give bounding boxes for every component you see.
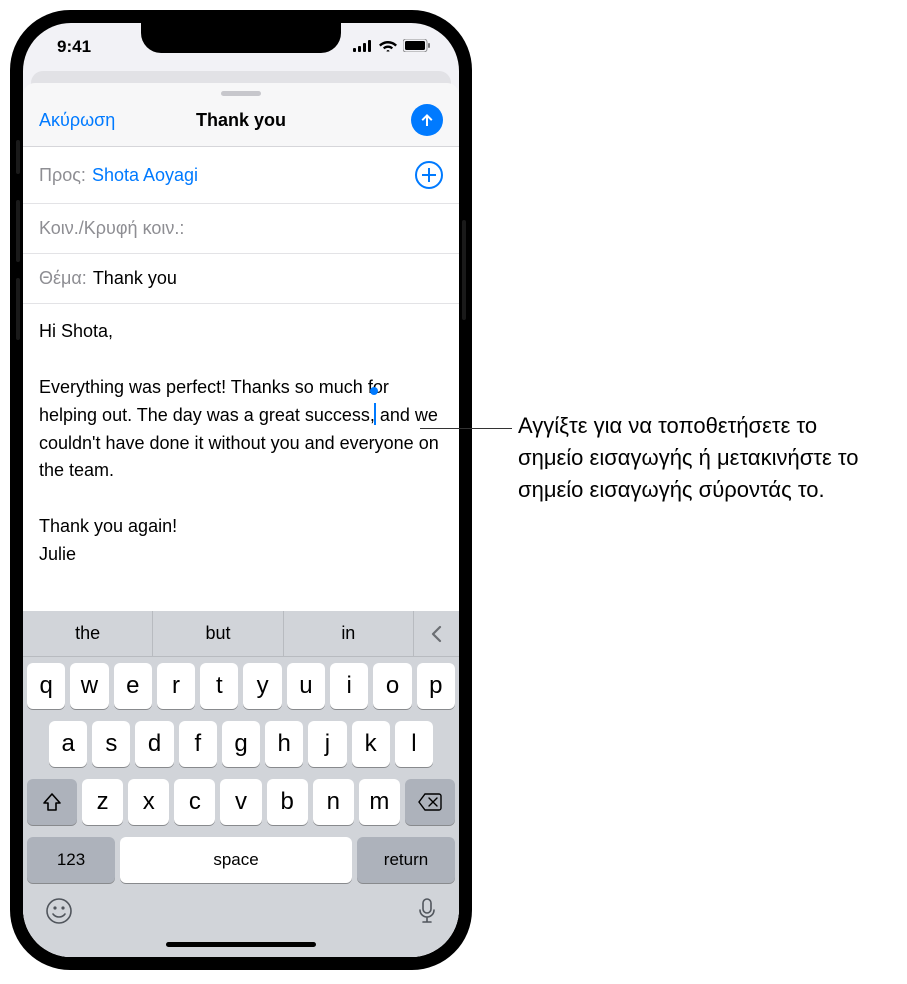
key-r[interactable]: r [157,663,195,709]
key-u[interactable]: u [287,663,325,709]
numbers-key[interactable]: 123 [27,837,115,883]
key-v[interactable]: v [220,779,261,825]
key-w[interactable]: w [70,663,108,709]
callout-text: Αγγίξτε για να τοποθετήσετε το σημείο ει… [518,410,888,506]
shift-key[interactable] [27,779,77,825]
screen: 9:41 Ακύρωση Thank you [23,23,459,957]
compose-sheet: Ακύρωση Thank you Προς: Shota Aoyagi Κοι… [23,83,459,957]
plus-icon [422,168,436,182]
key-row-3: z x c v b n m [23,773,459,831]
suggestion-1[interactable]: the [23,611,152,656]
to-field[interactable]: Προς: Shota Aoyagi [23,147,459,204]
backspace-icon [418,793,442,811]
key-z[interactable]: z [82,779,123,825]
emoji-button[interactable] [45,897,73,930]
to-label: Προς: [39,165,86,186]
suggestion-bar: the but in [23,611,459,657]
keyboard-bottom-row [23,889,459,934]
key-f[interactable]: f [179,721,217,767]
key-i[interactable]: i [330,663,368,709]
battery-icon [403,37,431,57]
body-thanks: Thank you again! [39,516,177,536]
key-d[interactable]: d [135,721,173,767]
return-key[interactable]: return [357,837,455,883]
key-q[interactable]: q [27,663,65,709]
body-text-before: Everything was perfect! Thanks so much f… [39,377,394,425]
key-m[interactable]: m [359,779,400,825]
notch [141,23,341,53]
cursor-lollipop[interactable] [370,387,378,395]
key-row-2: a s d f g h j k l [23,715,459,773]
key-p[interactable]: p [417,663,455,709]
key-row-1: q w e r t y u i o p [23,657,459,715]
key-y[interactable]: y [243,663,281,709]
backspace-key[interactable] [405,779,455,825]
subject-label: Θέμα: [39,268,87,289]
home-indicator[interactable] [166,942,316,947]
dictation-button[interactable] [417,897,437,930]
key-o[interactable]: o [373,663,411,709]
suggestion-2[interactable]: but [152,611,282,656]
ccbcc-label: Κοιν./Κρυφή κοιν.: [39,218,184,239]
email-body[interactable]: Hi Shota, Everything was perfect! Thanks… [23,304,459,611]
space-key[interactable]: space [120,837,352,883]
add-recipient-button[interactable] [415,161,443,189]
callout-leader-line [420,428,512,429]
mute-switch [16,140,20,174]
volume-down-button [16,278,20,340]
key-c[interactable]: c [174,779,215,825]
cancel-button[interactable]: Ακύρωση [39,110,115,131]
nav-bar: Ακύρωση Thank you [23,100,459,146]
key-x[interactable]: x [128,779,169,825]
cellular-icon [353,37,373,57]
key-h[interactable]: h [265,721,303,767]
status-time: 9:41 [57,37,91,57]
key-l[interactable]: l [395,721,433,767]
mic-icon [417,897,437,925]
wifi-icon [379,37,397,57]
suggestion-collapse-button[interactable] [413,611,459,656]
ccbcc-field[interactable]: Κοιν./Κρυφή κοιν.: [23,204,459,254]
key-g[interactable]: g [222,721,260,767]
side-button [462,220,466,320]
shift-icon [42,792,62,812]
key-k[interactable]: k [352,721,390,767]
key-t[interactable]: t [200,663,238,709]
sheet-grabber[interactable] [221,91,261,96]
key-a[interactable]: a [49,721,87,767]
suggestion-3[interactable]: in [283,611,413,656]
subject-field[interactable]: Θέμα: Thank you [23,254,459,304]
key-s[interactable]: s [92,721,130,767]
key-row-4: 123 space return [23,831,459,889]
key-e[interactable]: e [114,663,152,709]
emoji-icon [45,897,73,925]
chevron-left-icon [430,625,442,643]
keyboard: the but in q w e r t y u i o [23,611,459,957]
header-fields: Προς: Shota Aoyagi Κοιν./Κρυφή κοιν.: Θέ… [23,147,459,304]
to-recipient[interactable]: Shota Aoyagi [92,165,198,186]
body-signature: Julie [39,544,76,564]
key-b[interactable]: b [267,779,308,825]
key-j[interactable]: j [308,721,346,767]
arrow-up-icon [418,111,436,129]
subject-value: Thank you [93,268,177,289]
iphone-frame: 9:41 Ακύρωση Thank you [10,10,472,970]
body-greeting: Hi Shota, [39,321,113,341]
volume-up-button [16,200,20,262]
key-n[interactable]: n [313,779,354,825]
send-button[interactable] [411,104,443,136]
